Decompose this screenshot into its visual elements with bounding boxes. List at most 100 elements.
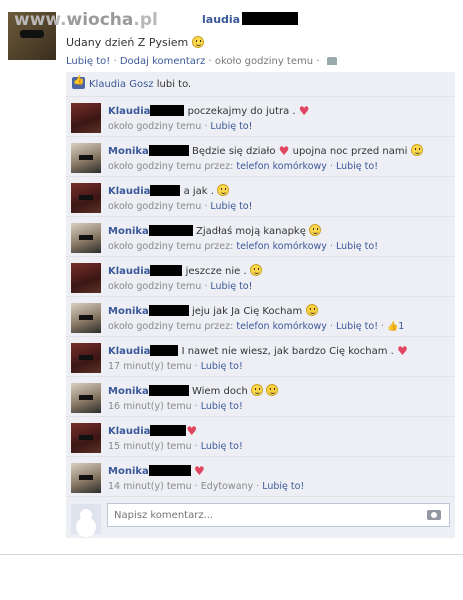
post-text: Udany dzień Z Pysiem [66, 36, 204, 49]
my-avatar [71, 504, 101, 534]
commenter-avatar[interactable] [71, 263, 101, 293]
comment-text: I nawet nie wiesz, jak bardzo Cię kocham… [181, 346, 394, 357]
censor-bar [79, 315, 93, 320]
censor-bar [79, 235, 93, 240]
commenter-avatar[interactable] [71, 303, 101, 333]
post-time: około godziny temu [214, 56, 314, 67]
commenter-name[interactable]: Klaudia [108, 105, 185, 117]
redaction-bar [150, 265, 183, 276]
post-author-name[interactable]: laudia [202, 12, 299, 26]
likes-summary: Klaudia Gosz lubi to. [66, 72, 455, 97]
comment-text: Będzie się działo [191, 146, 276, 157]
redaction-bar [150, 185, 181, 196]
comment-text: Wiem doch [191, 386, 248, 397]
via-mobile-link[interactable]: telefon komórkowy [236, 321, 327, 332]
comment-text: Zjadłaś moją kanapkę [195, 226, 306, 237]
audience-icon[interactable] [326, 57, 337, 65]
commenter-avatar[interactable] [71, 103, 101, 133]
comment-input[interactable] [108, 504, 408, 526]
commenter-avatar[interactable] [71, 463, 101, 493]
post-like-link[interactable]: Lubię to! [66, 56, 110, 67]
commenter-name[interactable]: Klaudia [108, 185, 181, 197]
commenter-name[interactable]: Monika [108, 385, 189, 397]
censor-bar [79, 195, 93, 200]
censor-bar [79, 155, 93, 160]
comment: Monika Zjadłaś moją kanapkę około godzin… [66, 217, 455, 257]
wink-smile-icon [305, 304, 318, 316]
comment-text: a jak . [183, 186, 214, 197]
commenter-name[interactable]: Monika [108, 305, 189, 317]
redaction-bar [148, 465, 191, 476]
redaction-bar [148, 385, 189, 396]
via-mobile-link[interactable]: telefon komórkowy [236, 241, 327, 252]
censor-bar [79, 355, 93, 360]
commenter-avatar[interactable] [71, 423, 101, 453]
heart-icon: ♥ [397, 344, 408, 358]
like-count[interactable]: 👍1 [387, 321, 404, 332]
comments-panel: Klaudia Gosz lubi to. Klaudia poczekajmy… [66, 72, 455, 538]
comment-like-link[interactable]: Lubię to! [210, 201, 252, 212]
redaction-bar [150, 345, 179, 356]
comment: Klaudia I nawet nie wiesz, jak bardzo Ci… [66, 337, 455, 377]
sad-smile-icon [410, 144, 423, 156]
comment-text: jeszcze nie . [185, 266, 247, 277]
comment: Monika ♥ 14 minut(y) temu · Edytowany · … [66, 457, 455, 497]
comment: Klaudia ♥ 15 minut(y) temu · Lubię to! [66, 417, 455, 457]
comment-like-link[interactable]: Lubię to! [336, 241, 378, 252]
comment-text: jeju jak Ja Cię Kocham [191, 306, 303, 317]
heart-icon: ♥ [278, 144, 290, 158]
comment: Monika Będzie się działo ♥ upojna noc pr… [66, 137, 455, 177]
smile-icon [249, 264, 262, 276]
via-mobile-link[interactable]: telefon komórkowy [236, 161, 327, 172]
commenter-name[interactable]: Klaudia [108, 345, 179, 357]
commenter-name[interactable]: Klaudia [108, 425, 187, 437]
commenter-name[interactable]: Klaudia [108, 265, 183, 277]
comment-like-link[interactable]: Lubię to! [201, 441, 243, 452]
comment: Klaudia poczekajmy do jutra . ♥ około go… [66, 97, 455, 137]
thumbs-up-icon [72, 76, 85, 89]
commenter-name[interactable]: Monika [108, 465, 191, 477]
edited-label[interactable]: Edytowany [201, 481, 253, 492]
comment-like-link[interactable]: Lubię to! [336, 321, 378, 332]
censor-bar [79, 395, 93, 400]
watermark: www.wiocha.pl [14, 10, 158, 30]
commenter-avatar[interactable] [71, 343, 101, 373]
heart-icon: ♥ [298, 104, 310, 118]
commenter-name[interactable]: Monika [108, 225, 193, 237]
commenter-name[interactable]: Monika [108, 145, 189, 157]
censor-bar [79, 475, 93, 480]
comment-like-link[interactable]: Lubię to! [210, 121, 252, 132]
wink-smile-icon [266, 384, 279, 396]
comment-like-link[interactable]: Lubię to! [262, 481, 304, 492]
redaction-bar [148, 145, 189, 156]
comment-box[interactable] [107, 503, 450, 527]
comment-like-link[interactable]: Lubię to! [201, 361, 243, 372]
commenter-avatar[interactable] [71, 183, 101, 213]
comment: Monika jeju jak Ja Cię Kocham około godz… [66, 297, 455, 337]
heart-icon: ♥ [193, 464, 205, 478]
liker-name[interactable]: Klaudia Gosz [89, 79, 154, 90]
comment-text: poczekajmy do jutra . [187, 106, 296, 117]
write-comment-row [66, 498, 455, 538]
comment: Klaudia jeszcze nie . około godziny temu… [66, 257, 455, 297]
smile-icon [309, 224, 322, 236]
post-meta: Lubię to! · Dodaj komentarz · około godz… [66, 56, 337, 67]
post-comment-link[interactable]: Dodaj komentarz [120, 56, 205, 67]
redaction-bar [148, 305, 189, 316]
comment: Klaudia a jak . około godziny temu · Lub… [66, 177, 455, 217]
commenter-avatar[interactable] [71, 143, 101, 173]
commenter-avatar[interactable] [71, 383, 101, 413]
redaction-bar [148, 225, 193, 236]
smile-icon [191, 36, 204, 48]
redaction-bar [242, 12, 299, 25]
smile-icon [217, 184, 230, 196]
redaction-bar [150, 425, 187, 436]
commenter-avatar[interactable] [71, 223, 101, 253]
comment: Monika Wiem doch 16 minut(y) temu · Lubi… [66, 377, 455, 417]
censor-bar [20, 30, 44, 38]
divider [0, 554, 463, 555]
comment-like-link[interactable]: Lubię to! [336, 161, 378, 172]
comment-like-link[interactable]: Lubię to! [201, 401, 243, 412]
camera-icon[interactable] [427, 510, 441, 520]
comment-like-link[interactable]: Lubię to! [210, 281, 252, 292]
